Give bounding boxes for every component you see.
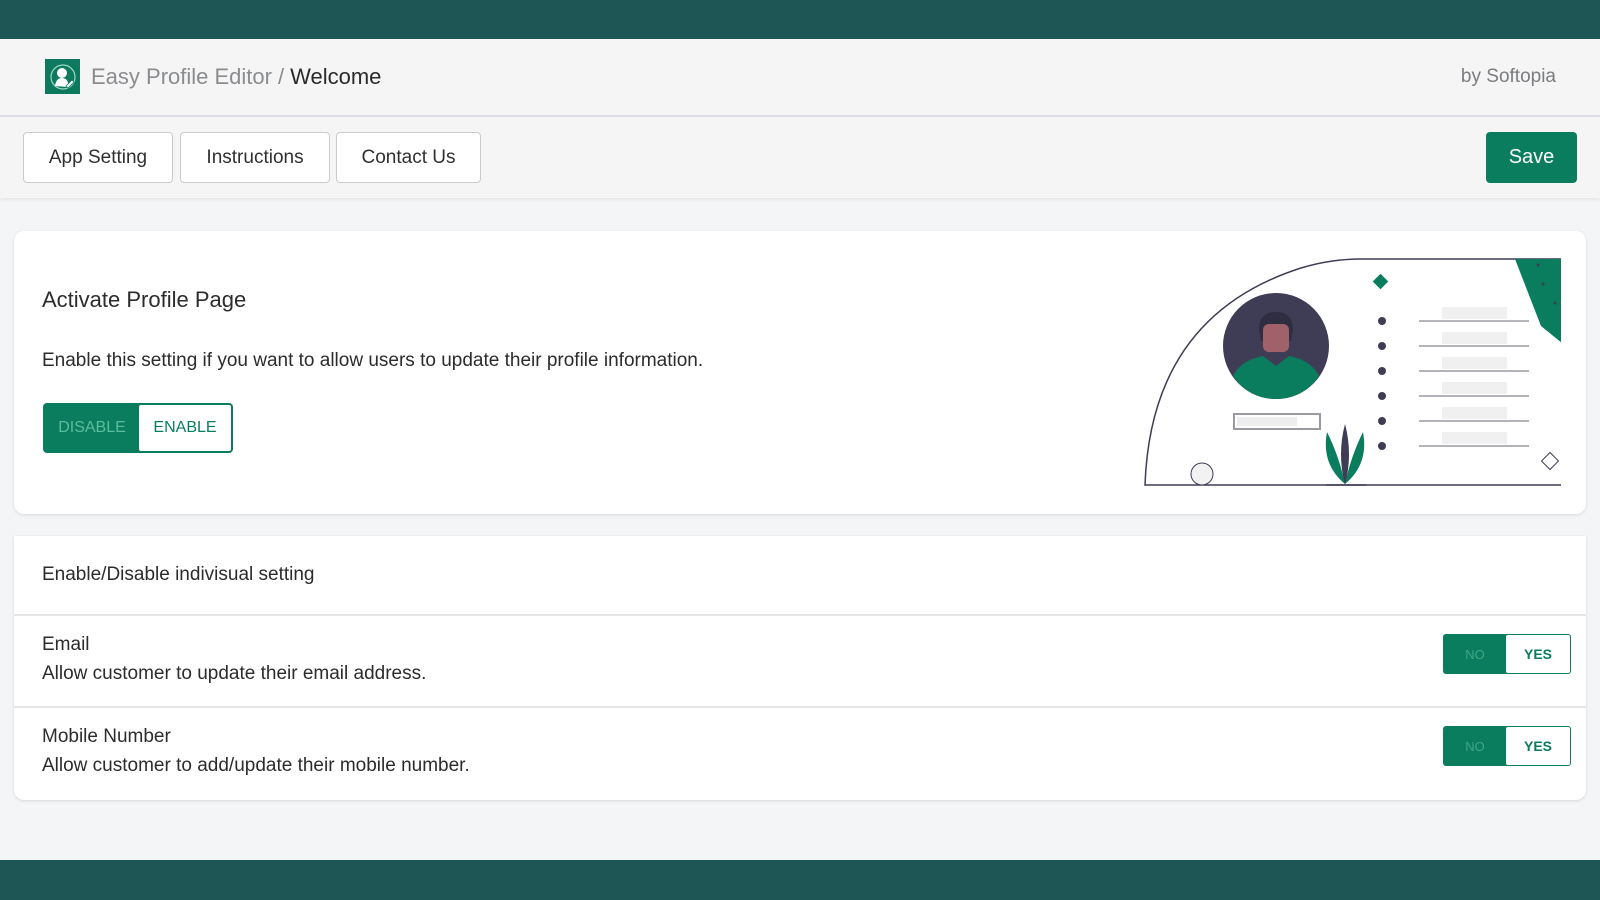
activate-profile-toggle[interactable]: DISABLE ENABLE [43,403,233,453]
tab-instructions[interactable]: Instructions [180,132,330,183]
app-header: Easy Profile Editor / Welcome by Softopia [0,39,1600,117]
card-title: Activate Profile Page [42,287,247,312]
setting-label: Email [42,634,90,655]
individual-settings-card: Enable/Disable indivisual setting Email … [14,536,1586,800]
toggle-no-option[interactable]: NO [1444,635,1506,673]
setting-row-email: Email Allow customer to update their ema… [14,616,1586,708]
footer-bar [0,860,1600,900]
top-bar [0,0,1600,39]
toggle-disable-option[interactable]: DISABLE [45,405,139,451]
vendor-byline: by Softopia [1460,66,1556,87]
toggle-enable-option[interactable]: ENABLE [139,405,231,451]
breadcrumb-separator: / [277,64,285,89]
illustration-frame [1144,258,1561,486]
toolbar: App Setting Instructions Contact Us Save [0,117,1600,198]
setting-description: Allow customer to update their email add… [42,663,427,684]
card-description: Enable this setting if you want to allow… [42,350,704,371]
profile-edit-icon [45,59,80,94]
email-toggle[interactable]: NO YES [1443,634,1571,674]
toggle-yes-option[interactable]: YES [1506,635,1570,673]
toggle-yes-option[interactable]: YES [1506,727,1570,765]
settings-heading-row: Enable/Disable indivisual setting [14,536,1586,616]
setting-label: Mobile Number [42,726,171,747]
tab-contact-us[interactable]: Contact Us [336,132,481,183]
page-title: Welcome [290,64,382,89]
setting-row-mobile: Mobile Number Allow customer to add/upda… [14,708,1586,800]
activate-profile-card: Activate Profile Page Enable this settin… [14,231,1586,514]
save-button[interactable]: Save [1486,132,1577,183]
profile-page-illustration [1144,258,1561,486]
mobile-toggle[interactable]: NO YES [1443,726,1571,766]
breadcrumb-app[interactable]: Easy Profile Editor [91,64,272,89]
setting-description: Allow customer to add/update their mobil… [42,755,470,776]
tab-app-setting[interactable]: App Setting [23,132,173,183]
breadcrumb: Easy Profile Editor / Welcome [91,63,381,91]
settings-heading: Enable/Disable indivisual setting [42,564,315,585]
toggle-no-option[interactable]: NO [1444,727,1506,765]
